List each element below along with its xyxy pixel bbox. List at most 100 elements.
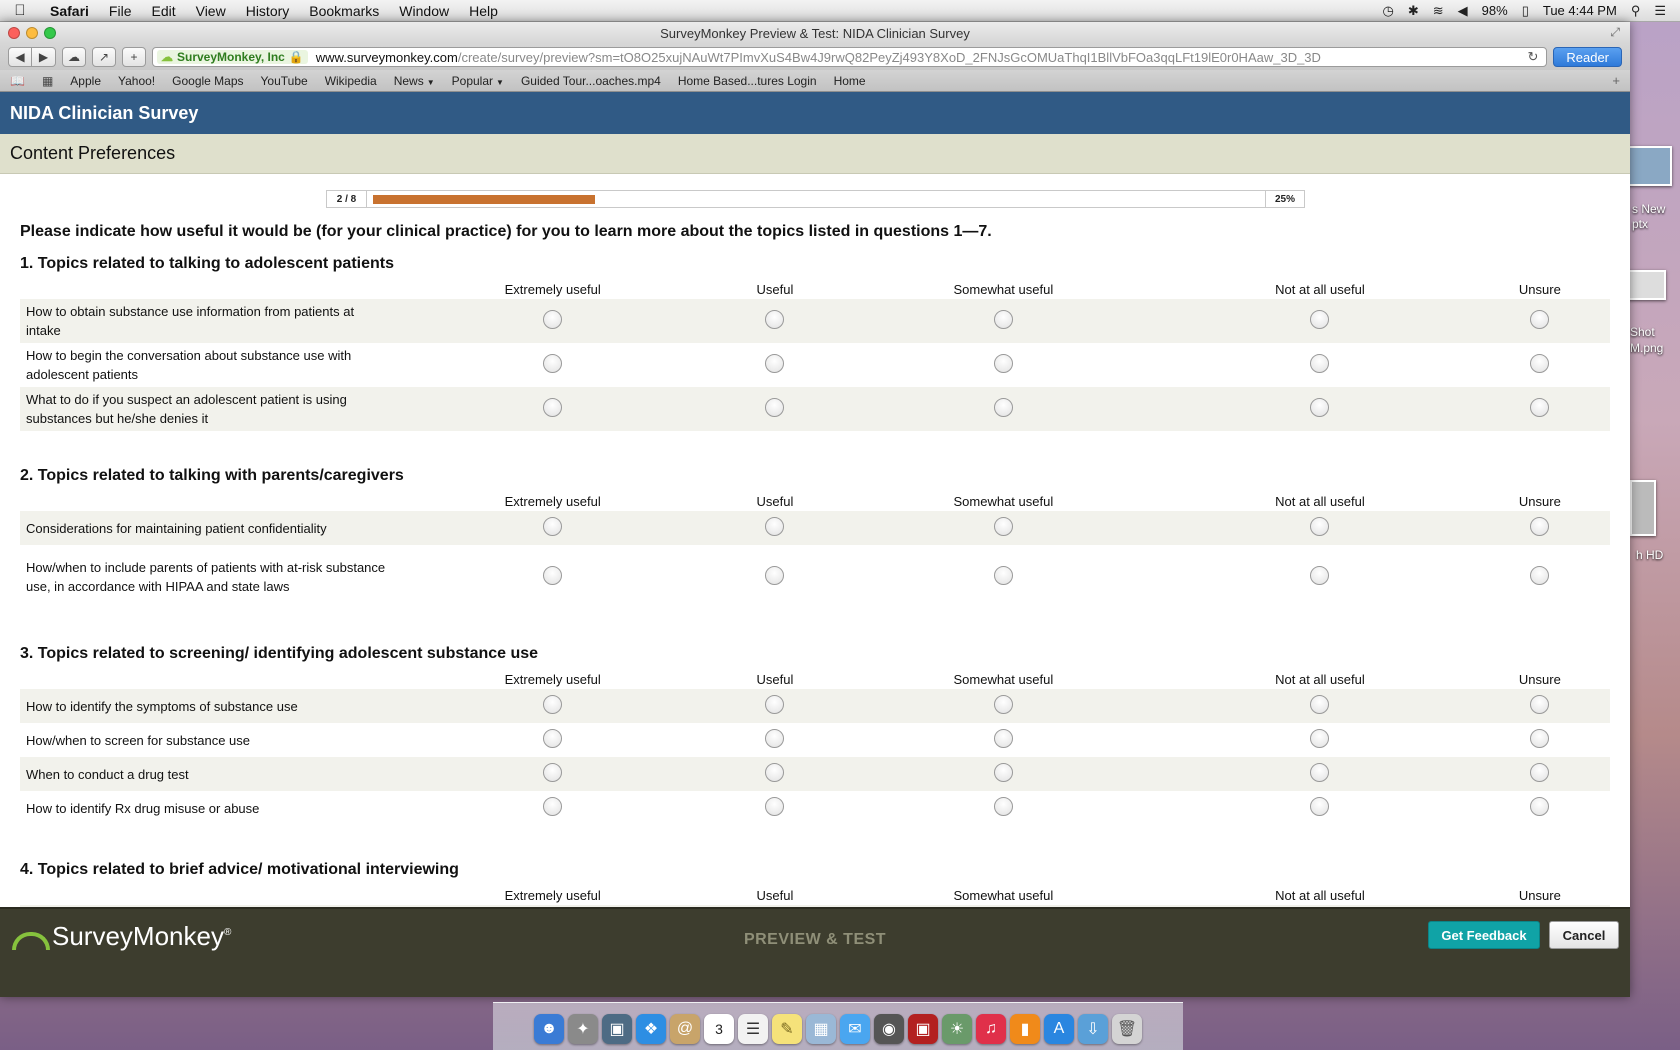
facetime-icon[interactable]: ◉ <box>874 1014 904 1044</box>
desktop-file-label-png[interactable]: Shot M.png <box>1630 324 1663 356</box>
rating-radio-button[interactable] <box>1310 763 1330 782</box>
mission-control-icon[interactable]: ▣ <box>602 1014 632 1044</box>
apple-menu-icon[interactable]:  <box>0 2 40 19</box>
rating-radio-button[interactable] <box>765 517 785 536</box>
iphoto-icon[interactable]: ☀ <box>942 1014 972 1044</box>
rating-radio-button[interactable] <box>993 797 1013 816</box>
itunes-icon[interactable]: ♫ <box>976 1014 1006 1044</box>
minimize-window-button[interactable] <box>26 27 38 39</box>
icloud-tabs-icon[interactable]: ☁ <box>62 47 86 67</box>
rating-radio-button[interactable] <box>543 310 563 329</box>
menu-app-safari[interactable]: Safari <box>40 3 99 19</box>
rating-radio-button[interactable] <box>1530 729 1550 748</box>
add-bookmark-icon[interactable]: + <box>122 47 146 67</box>
rating-radio-button[interactable] <box>993 566 1013 585</box>
rating-radio-button[interactable] <box>1310 310 1330 329</box>
rating-radio-button[interactable] <box>543 695 563 714</box>
rating-radio-button[interactable] <box>1310 797 1330 816</box>
rating-radio-button[interactable] <box>993 517 1013 536</box>
rating-radio-button[interactable] <box>765 797 785 816</box>
rating-radio-button[interactable] <box>543 729 563 748</box>
contacts-icon[interactable]: @ <box>670 1014 700 1044</box>
notes-icon[interactable]: ✎ <box>772 1014 802 1044</box>
calendar-icon[interactable]: 3 <box>704 1014 734 1044</box>
back-button[interactable]: ◀ <box>8 47 32 67</box>
rating-radio-button[interactable] <box>1530 517 1550 536</box>
menu-bookmarks[interactable]: Bookmarks <box>299 3 389 19</box>
rating-radio-button[interactable] <box>993 354 1013 373</box>
bookmark-folder-popular[interactable]: Popular ▼ <box>452 74 504 88</box>
rating-radio-button[interactable] <box>543 797 563 816</box>
ibooks-icon[interactable]: ▮ <box>1010 1014 1040 1044</box>
menu-file[interactable]: File <box>99 3 142 19</box>
menu-history[interactable]: History <box>236 3 300 19</box>
reload-icon[interactable]: ↻ <box>1519 49 1546 65</box>
rating-radio-button[interactable] <box>1530 695 1550 714</box>
forward-button[interactable]: ▶ <box>32 47 56 67</box>
bookmark-home[interactable]: Home <box>834 74 866 88</box>
rating-radio-button[interactable] <box>765 729 785 748</box>
share-icon[interactable]: ↗ <box>92 47 116 67</box>
menu-help[interactable]: Help <box>459 3 508 19</box>
desktop-file-label-pptx[interactable]: s New ptx <box>1632 202 1665 232</box>
rating-radio-button[interactable] <box>993 763 1013 782</box>
bookmark-yahoo[interactable]: Yahoo! <box>118 74 155 88</box>
get-feedback-button[interactable]: Get Feedback <box>1428 921 1540 949</box>
rating-radio-button[interactable] <box>993 398 1013 417</box>
preview-icon[interactable]: ▦ <box>806 1014 836 1044</box>
rating-radio-button[interactable] <box>1530 763 1550 782</box>
bookmark-apple[interactable]: Apple <box>70 74 101 88</box>
rating-radio-button[interactable] <box>765 310 785 329</box>
reader-button[interactable]: Reader <box>1553 47 1622 67</box>
battery-icon[interactable]: ▯ <box>1522 3 1529 19</box>
rating-radio-button[interactable] <box>1530 398 1550 417</box>
volume-icon[interactable]: ◀ <box>1458 3 1468 19</box>
site-identity-badge[interactable]: ☁ SurveyMonkey, Inc 🔒 <box>157 50 308 64</box>
desktop-hard-drive-label[interactable]: h HD <box>1636 548 1663 562</box>
rating-radio-button[interactable] <box>1310 729 1330 748</box>
notification-center-icon[interactable]: ☰ <box>1654 3 1666 19</box>
bookmark-youtube[interactable]: YouTube <box>261 74 308 88</box>
rating-radio-button[interactable] <box>765 763 785 782</box>
menu-view[interactable]: View <box>186 3 236 19</box>
bluetooth-icon[interactable]: ✱ <box>1408 3 1419 19</box>
rating-radio-button[interactable] <box>1310 354 1330 373</box>
rating-radio-button[interactable] <box>765 566 785 585</box>
rating-radio-button[interactable] <box>1310 695 1330 714</box>
desktop-hard-drive-icon[interactable] <box>1630 480 1656 536</box>
desktop-file-thumbnail[interactable] <box>1626 146 1672 186</box>
rating-radio-button[interactable] <box>765 695 785 714</box>
zoom-window-button[interactable] <box>44 27 56 39</box>
bookmark-guided-tour[interactable]: Guided Tour...oaches.mp4 <box>521 74 661 88</box>
rating-radio-button[interactable] <box>1530 797 1550 816</box>
desktop-screenshot-thumbnail[interactable] <box>1626 270 1666 300</box>
photo-booth-icon[interactable]: ▣ <box>908 1014 938 1044</box>
bookmark-google-maps[interactable]: Google Maps <box>172 74 243 88</box>
rating-radio-button[interactable] <box>1530 566 1550 585</box>
menu-window[interactable]: Window <box>389 3 459 19</box>
wifi-icon[interactable]: ≋ <box>1433 3 1444 19</box>
trash-icon[interactable]: 🗑 <box>1112 1014 1142 1044</box>
reminders-icon[interactable]: ☰ <box>738 1014 768 1044</box>
rating-radio-button[interactable] <box>543 566 563 585</box>
rating-radio-button[interactable] <box>765 398 785 417</box>
close-window-button[interactable] <box>8 27 20 39</box>
app-store-icon[interactable]: A <box>1044 1014 1074 1044</box>
time-machine-icon[interactable]: ◷ <box>1383 3 1394 19</box>
rating-radio-button[interactable] <box>543 763 563 782</box>
reading-list-icon[interactable]: 📖 <box>10 74 25 88</box>
top-sites-icon[interactable]: ▦ <box>42 74 53 88</box>
rating-radio-button[interactable] <box>543 517 563 536</box>
menubar-clock[interactable]: Tue 4:44 PM <box>1543 3 1617 18</box>
address-bar[interactable]: ☁ SurveyMonkey, Inc 🔒 www.surveymonkey.c… <box>152 47 1548 67</box>
rating-radio-button[interactable] <box>543 398 563 417</box>
rating-radio-button[interactable] <box>1310 517 1330 536</box>
rating-radio-button[interactable] <box>993 695 1013 714</box>
rating-radio-button[interactable] <box>1310 566 1330 585</box>
rating-radio-button[interactable] <box>543 354 563 373</box>
rating-radio-button[interactable] <box>993 310 1013 329</box>
rating-radio-button[interactable] <box>1530 310 1550 329</box>
new-tab-icon[interactable]: + <box>1612 73 1620 88</box>
rating-radio-button[interactable] <box>1530 354 1550 373</box>
finder-icon[interactable]: ☻ <box>534 1014 564 1044</box>
